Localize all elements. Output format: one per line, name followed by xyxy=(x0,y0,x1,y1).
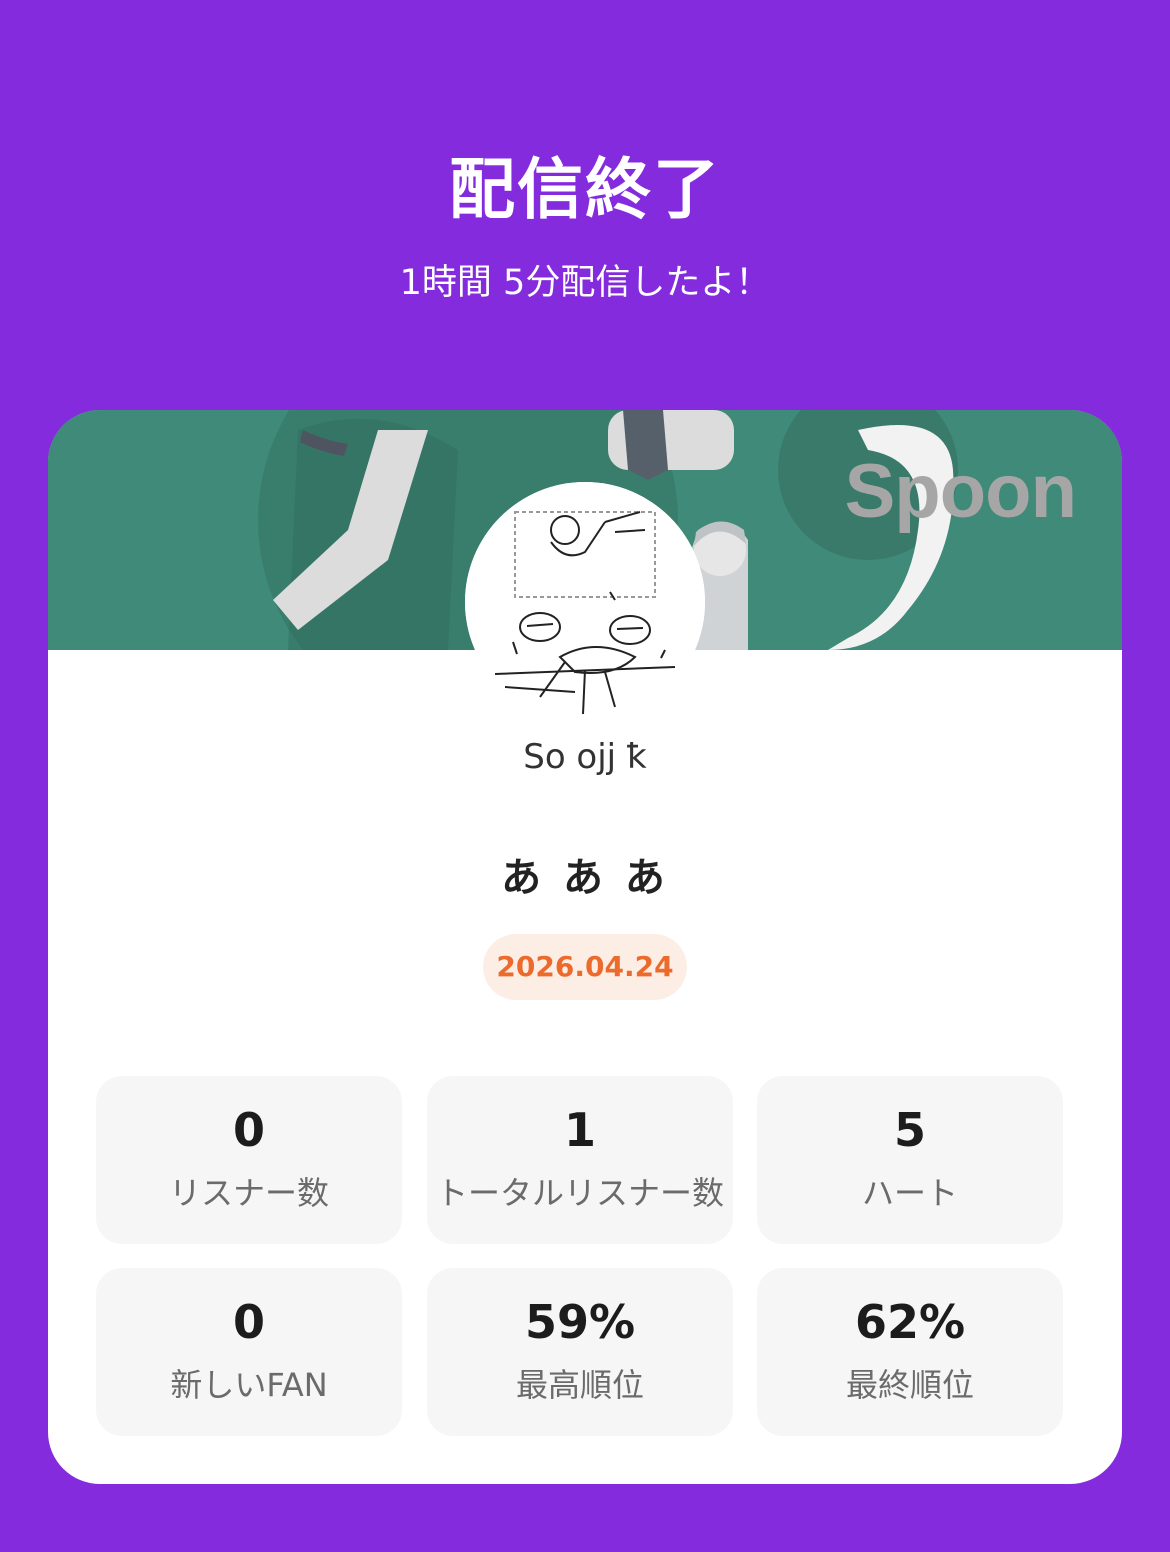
stat-label: 新しいFAN xyxy=(170,1366,328,1404)
stat-value: 59% xyxy=(524,1295,636,1349)
stat-label: トータルリスナー数 xyxy=(435,1174,724,1212)
stat-highest-rank: 59% 最高順位 xyxy=(427,1268,733,1436)
stat-label: 最高順位 xyxy=(515,1366,644,1404)
avatar-sketch-icon xyxy=(465,482,705,722)
stat-label: ハート xyxy=(861,1174,958,1212)
live-title: あ あ あ xyxy=(501,855,669,901)
stat-total-listeners: 1 トータルリスナー数 xyxy=(427,1076,733,1244)
stat-value: 0 xyxy=(232,1295,265,1349)
page-title: 配信終了 xyxy=(449,151,721,228)
host-avatar[interactable] xyxy=(465,482,705,722)
spoon-logo: Spoon xyxy=(844,449,1077,534)
date-badge: 2026.04.24 xyxy=(483,934,687,1000)
stat-value: 1 xyxy=(563,1103,596,1157)
stat-value: 5 xyxy=(893,1103,926,1157)
broadcast-duration: 1時間 5分配信したよ！ xyxy=(399,263,771,303)
stat-value: 0 xyxy=(232,1103,265,1157)
stat-listeners: 0 リスナー数 xyxy=(96,1076,402,1244)
stat-label: 最終順位 xyxy=(845,1366,974,1404)
stat-final-rank: 62% 最終順位 xyxy=(757,1268,1063,1436)
stat-value: 62% xyxy=(854,1295,966,1349)
host-name: So ojj ꝁ xyxy=(523,737,647,777)
stat-hearts: 5 ハート xyxy=(757,1076,1063,1244)
stat-new-fans: 0 新しいFAN xyxy=(96,1268,402,1436)
summary-card: Spoon So ojj ꝁ あ あ あ 2026.04.24 0 リスナー数 … xyxy=(48,410,1122,1484)
stat-label: リスナー数 xyxy=(168,1174,329,1212)
